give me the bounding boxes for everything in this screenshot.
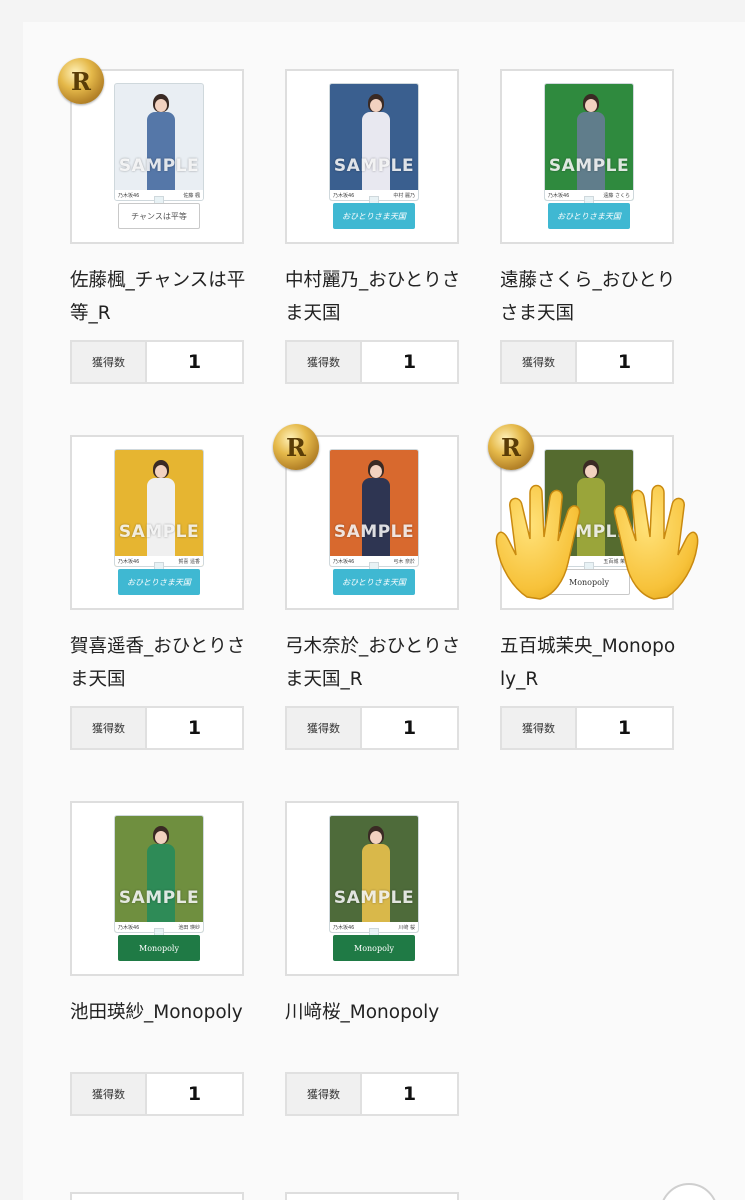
member-photo: SAMPLE 乃木坂46 川﨑 桜	[329, 815, 419, 933]
acquired-count-box: 獲得数 1	[285, 706, 459, 750]
member-photo: SAMPLE 乃木坂46 弓木 奈於	[329, 449, 419, 567]
acquired-count-value: 1	[617, 351, 632, 373]
item-card[interactable]: SAMPLE 乃木坂46 中村 麗乃 おひとりさま天国 中村麗乃_おひとりさま天…	[285, 69, 460, 384]
item-thumbnail[interactable]: SAMPLE 乃木坂46 中村 麗乃 おひとりさま天国	[285, 69, 459, 244]
member-figure	[145, 460, 177, 560]
sample-watermark: SAMPLE	[118, 888, 200, 908]
acrylic-stand-image: SAMPLE 乃木坂46 佐藤 楓 チャンスは平等	[114, 83, 204, 233]
acrylic-stand-image: SAMPLE 乃木坂46 弓木 奈於 おひとりさま天国	[329, 449, 419, 599]
member-photo: SAMPLE 乃木坂46 賀喜 遥香	[114, 449, 204, 567]
item-title: 佐藤楓_チャンスは平等_R	[70, 270, 246, 324]
item-title: 中村麗乃_おひとりさま天国	[285, 270, 461, 324]
member-figure	[360, 826, 392, 926]
sample-watermark: SAMPLE	[118, 522, 200, 542]
item-thumbnail[interactable]: SAMPLE 乃木坂46 遠藤 さくら おひとりさま天国	[500, 69, 674, 244]
acquired-count-value: 1	[402, 351, 417, 373]
item-title: 池田瑛紗_Monopoly	[70, 1002, 243, 1023]
item-card[interactable]: SAMPLE 乃木坂46 川﨑 桜 Monopoly 川﨑桜_Monopoly …	[285, 801, 459, 1116]
rare-badge-icon: R	[273, 424, 319, 470]
member-photo: SAMPLE 乃木坂46 中村 麗乃	[329, 83, 419, 201]
stand-base: おひとりさま天国	[548, 203, 630, 229]
member-figure	[145, 94, 177, 194]
item-card[interactable]: SAMPLE 乃木坂46 池田 瑛紗 Monopoly 池田瑛紗_Monopol…	[70, 801, 244, 1116]
acquired-count-box: 獲得数 1	[70, 1072, 244, 1116]
item-thumbnail[interactable]: SAMPLE 乃木坂46 川﨑 桜 Monopoly	[285, 801, 459, 976]
member-figure	[360, 460, 392, 560]
sample-watermark: SAMPLE	[333, 522, 415, 542]
member-photo: SAMPLE 乃木坂46 佐藤 楓	[114, 83, 204, 201]
next-row-card-edge	[70, 1192, 244, 1200]
acrylic-stand-image: SAMPLE 乃木坂46 池田 瑛紗 Monopoly	[114, 815, 204, 965]
member-caption: 遠藤 さくら	[603, 193, 630, 199]
acquired-count-value: 1	[187, 351, 202, 373]
member-photo: SAMPLE 乃木坂46 遠藤 さくら	[544, 83, 634, 201]
group-logo: 乃木坂46	[548, 193, 570, 199]
member-caption: 弓木 奈於	[393, 559, 415, 565]
acquired-count-box: 獲得数 1	[500, 706, 674, 750]
next-row-card-edge	[285, 1192, 459, 1200]
item-card[interactable]: SAMPLE 乃木坂46 賀喜 遥香 おひとりさま天国 賀喜遥香_おひとりさま天…	[70, 435, 245, 750]
stand-base: Monopoly	[118, 935, 200, 961]
acquired-count-label: 獲得数	[72, 708, 147, 748]
sample-watermark: SAMPLE	[118, 156, 200, 176]
raised-hands-emoji-icon	[495, 484, 699, 600]
acquired-count-value: 1	[617, 717, 632, 739]
item-title: 賀喜遥香_おひとりさま天国	[70, 636, 246, 690]
member-caption: 賀喜 遥香	[178, 559, 200, 565]
stand-base: おひとりさま天国	[333, 203, 415, 229]
item-title: 五百城茉央_Monopoly_R	[500, 636, 676, 690]
group-logo: 乃木坂46	[333, 925, 355, 931]
member-caption: 池田 瑛紗	[178, 925, 200, 931]
item-title: 川﨑桜_Monopoly	[285, 1002, 440, 1023]
acrylic-stand-image: SAMPLE 乃木坂46 川﨑 桜 Monopoly	[329, 815, 419, 965]
member-caption: 佐藤 楓	[183, 193, 200, 199]
acquired-count-box: 獲得数 1	[285, 1072, 459, 1116]
acquired-count-box: 獲得数 1	[70, 340, 244, 384]
rare-badge-icon: R	[488, 424, 534, 470]
item-thumbnail[interactable]: SAMPLE 乃木坂46 賀喜 遥香 おひとりさま天国	[70, 435, 244, 610]
acquired-count-label: 獲得数	[72, 1074, 147, 1114]
acrylic-stand-image: SAMPLE 乃木坂46 中村 麗乃 おひとりさま天国	[329, 83, 419, 233]
acquired-count-box: 獲得数 1	[500, 340, 674, 384]
item-card[interactable]: SAMPLE 乃木坂46 遠藤 さくら おひとりさま天国 遠藤さくら_おひとりさ…	[500, 69, 675, 384]
acquired-count-label: 獲得数	[502, 708, 577, 748]
group-logo: 乃木坂46	[333, 559, 355, 565]
sample-watermark: SAMPLE	[548, 156, 630, 176]
sample-watermark: SAMPLE	[333, 888, 415, 908]
acquired-count-box: 獲得数 1	[70, 706, 244, 750]
member-figure	[575, 94, 607, 194]
group-logo: 乃木坂46	[118, 925, 140, 931]
member-caption: 中村 麗乃	[393, 193, 415, 199]
group-logo: 乃木坂46	[118, 193, 140, 199]
stand-base: おひとりさま天国	[118, 569, 200, 595]
acquired-count-value: 1	[187, 717, 202, 739]
member-figure	[360, 94, 392, 194]
acquired-count-label: 獲得数	[287, 1074, 362, 1114]
acquired-count-box: 獲得数 1	[285, 340, 459, 384]
member-caption: 川﨑 桜	[398, 925, 415, 931]
acquired-count-value: 1	[402, 1083, 417, 1105]
acquired-count-label: 獲得数	[287, 708, 362, 748]
item-thumbnail[interactable]: SAMPLE 乃木坂46 池田 瑛紗 Monopoly	[70, 801, 244, 976]
group-logo: 乃木坂46	[118, 559, 140, 565]
acquired-count-value: 1	[402, 717, 417, 739]
acrylic-stand-image: SAMPLE 乃木坂46 遠藤 さくら おひとりさま天国	[544, 83, 634, 233]
rare-badge-icon: R	[58, 58, 104, 104]
item-card[interactable]: SAMPLE 乃木坂46 弓木 奈於 おひとりさま天国 弓木奈於_おひとりさま天…	[285, 435, 460, 750]
stand-base: おひとりさま天国	[333, 569, 415, 595]
acquired-count-label: 獲得数	[502, 342, 577, 382]
item-card[interactable]: SAMPLE 乃木坂46 佐藤 楓 チャンスは平等 佐藤楓_チャンスは平等_R …	[70, 69, 245, 384]
item-title: 遠藤さくら_おひとりさま天国	[500, 270, 676, 324]
group-logo: 乃木坂46	[333, 193, 355, 199]
stand-base: チャンスは平等	[118, 203, 200, 229]
acquired-count-value: 1	[187, 1083, 202, 1105]
acquired-count-label: 獲得数	[287, 342, 362, 382]
stand-base: Monopoly	[333, 935, 415, 961]
member-figure	[145, 826, 177, 926]
member-photo: SAMPLE 乃木坂46 池田 瑛紗	[114, 815, 204, 933]
sample-watermark: SAMPLE	[333, 156, 415, 176]
acrylic-stand-image: SAMPLE 乃木坂46 賀喜 遥香 おひとりさま天国	[114, 449, 204, 599]
item-title: 弓木奈於_おひとりさま天国_R	[285, 636, 461, 690]
acquired-count-label: 獲得数	[72, 342, 147, 382]
